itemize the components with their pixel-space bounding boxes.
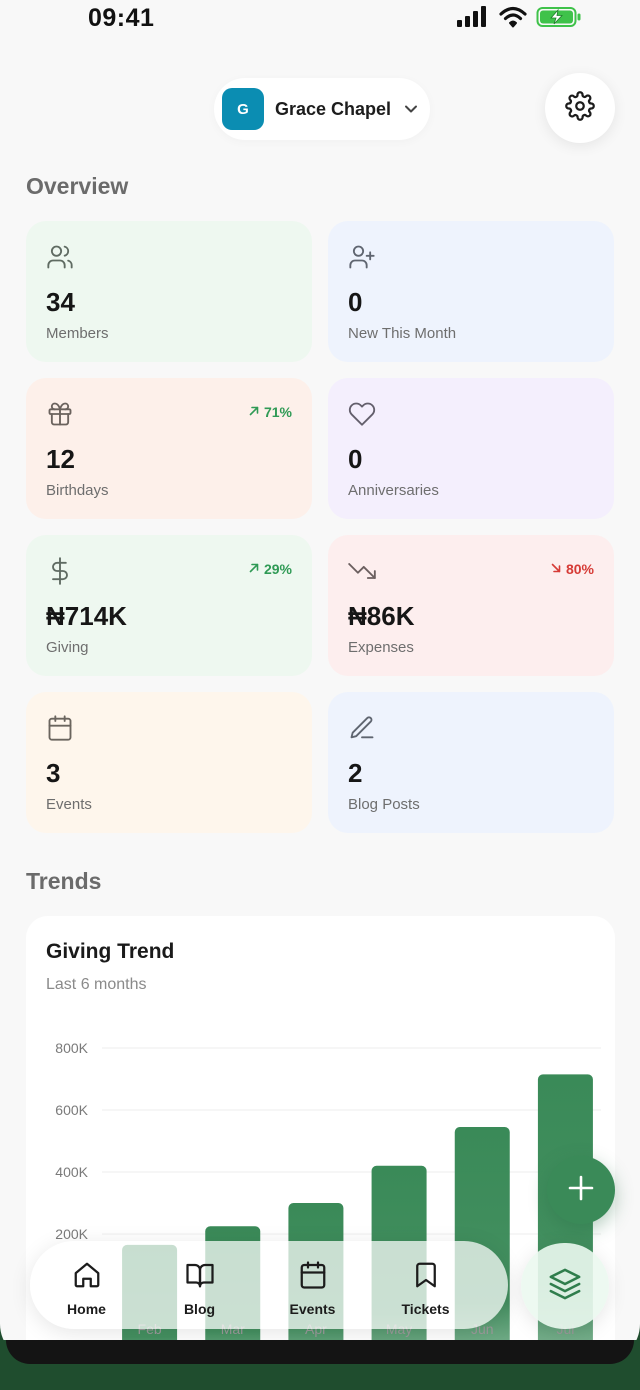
trend-value: 29% bbox=[263, 561, 292, 577]
trend-value: 71% bbox=[263, 404, 292, 420]
battery-charging-icon bbox=[536, 6, 582, 33]
add-button[interactable] bbox=[547, 1156, 615, 1224]
chart-title: Giving Trend bbox=[46, 940, 175, 963]
status-bar: 09:41 bbox=[0, 0, 640, 40]
trend-badge: 29% bbox=[248, 561, 292, 577]
stat-value: 0 bbox=[348, 287, 363, 317]
device-edge bbox=[0, 1340, 640, 1390]
nav-label: Home bbox=[67, 1301, 106, 1317]
y-tick-label: 800K bbox=[55, 1040, 88, 1056]
layers-icon bbox=[548, 1267, 582, 1306]
y-tick-label: 200K bbox=[55, 1226, 88, 1242]
stat-card-blog-posts[interactable]: 2 Blog Posts bbox=[328, 692, 614, 833]
status-time: 09:41 bbox=[88, 4, 155, 32]
app-screen: 09:41 G Grace Chapel Overview 34 Members… bbox=[0, 0, 640, 1362]
stat-value: ₦714K bbox=[46, 601, 127, 631]
stat-label: Members bbox=[46, 325, 109, 342]
book-icon bbox=[185, 1260, 215, 1295]
trend-badge: 71% bbox=[248, 404, 292, 420]
stat-card-new-this-month[interactable]: 0 New This Month bbox=[328, 221, 614, 362]
y-tick-label: 600K bbox=[55, 1102, 88, 1118]
stat-label: Giving bbox=[46, 639, 89, 656]
arrow-up-right-icon bbox=[248, 404, 260, 420]
overview-title: Overview bbox=[26, 173, 129, 199]
gear-icon bbox=[565, 90, 595, 126]
users-icon bbox=[46, 243, 74, 271]
nav-home[interactable]: Home bbox=[30, 1241, 143, 1329]
wifi-icon bbox=[499, 6, 527, 33]
bottom-nav: Home Blog Events Tickets bbox=[30, 1241, 508, 1329]
layers-button[interactable] bbox=[521, 1243, 609, 1329]
bookmark-icon bbox=[411, 1260, 441, 1295]
chevron-down-icon bbox=[403, 101, 419, 117]
stat-card-members[interactable]: 34 Members bbox=[26, 221, 312, 362]
arrow-up-right-icon bbox=[248, 561, 260, 577]
stat-value: 34 bbox=[46, 287, 75, 317]
stat-card-events[interactable]: 3 Events bbox=[26, 692, 312, 833]
nav-blog[interactable]: Blog bbox=[143, 1241, 256, 1329]
trends-title: Trends bbox=[26, 868, 102, 894]
signal-icon bbox=[456, 6, 490, 33]
stat-label: Blog Posts bbox=[348, 796, 420, 813]
settings-button[interactable] bbox=[545, 73, 615, 143]
y-tick-label: 400K bbox=[55, 1164, 88, 1180]
nav-label: Tickets bbox=[401, 1301, 450, 1317]
nav-tickets[interactable]: Tickets bbox=[369, 1241, 482, 1329]
stat-label: Anniversaries bbox=[348, 482, 439, 499]
stat-label: Expenses bbox=[348, 639, 414, 656]
stat-card-birthdays[interactable]: 71% 12 Birthdays bbox=[26, 378, 312, 519]
stat-value: 0 bbox=[348, 444, 363, 474]
stat-value: ₦86K bbox=[348, 601, 415, 631]
org-name: Grace Chapel bbox=[275, 98, 392, 119]
stat-label: New This Month bbox=[348, 325, 457, 342]
stat-value: 2 bbox=[348, 758, 363, 788]
dollar-icon bbox=[46, 557, 74, 585]
gift-icon bbox=[46, 400, 74, 428]
arrow-down-right-icon bbox=[550, 561, 562, 577]
nav-label: Blog bbox=[183, 1301, 216, 1317]
heart-icon bbox=[348, 400, 376, 428]
stat-value: 3 bbox=[46, 758, 61, 788]
organization-switcher[interactable]: G Grace Chapel bbox=[214, 78, 430, 140]
status-icons bbox=[456, 6, 582, 33]
stat-value: 12 bbox=[46, 444, 75, 474]
trend-badge: 80% bbox=[550, 561, 594, 577]
home-icon bbox=[72, 1260, 102, 1295]
user-plus-icon bbox=[348, 243, 376, 271]
trend-value: 80% bbox=[565, 561, 594, 577]
calendar-icon bbox=[46, 714, 74, 742]
trending-down-icon bbox=[348, 557, 376, 585]
plus-icon bbox=[567, 1174, 595, 1207]
org-avatar: G bbox=[222, 88, 264, 130]
stat-card-anniversaries[interactable]: 0 Anniversaries bbox=[328, 378, 614, 519]
stat-label: Events bbox=[46, 796, 92, 813]
stat-label: Birthdays bbox=[46, 482, 109, 499]
nav-label: Events bbox=[289, 1301, 336, 1317]
nav-events[interactable]: Events bbox=[256, 1241, 369, 1329]
calendar-icon bbox=[298, 1260, 328, 1295]
pen-icon bbox=[348, 714, 376, 742]
stat-card-expenses[interactable]: 80% ₦86K Expenses bbox=[328, 535, 614, 676]
stat-card-giving[interactable]: 29% ₦714K Giving bbox=[26, 535, 312, 676]
chart-subtitle: Last 6 months bbox=[46, 976, 147, 993]
